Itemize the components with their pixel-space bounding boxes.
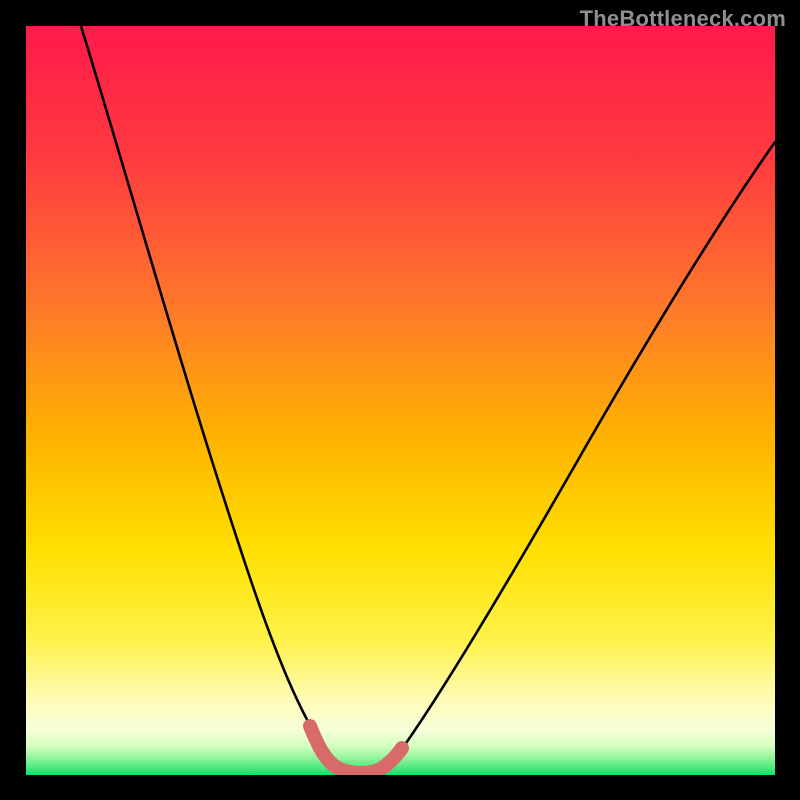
plot-area xyxy=(26,26,775,775)
gradient-background xyxy=(26,26,775,775)
chart-container: TheBottleneck.com xyxy=(0,0,800,800)
watermark-text: TheBottleneck.com xyxy=(580,6,786,32)
plot-svg xyxy=(26,26,775,775)
